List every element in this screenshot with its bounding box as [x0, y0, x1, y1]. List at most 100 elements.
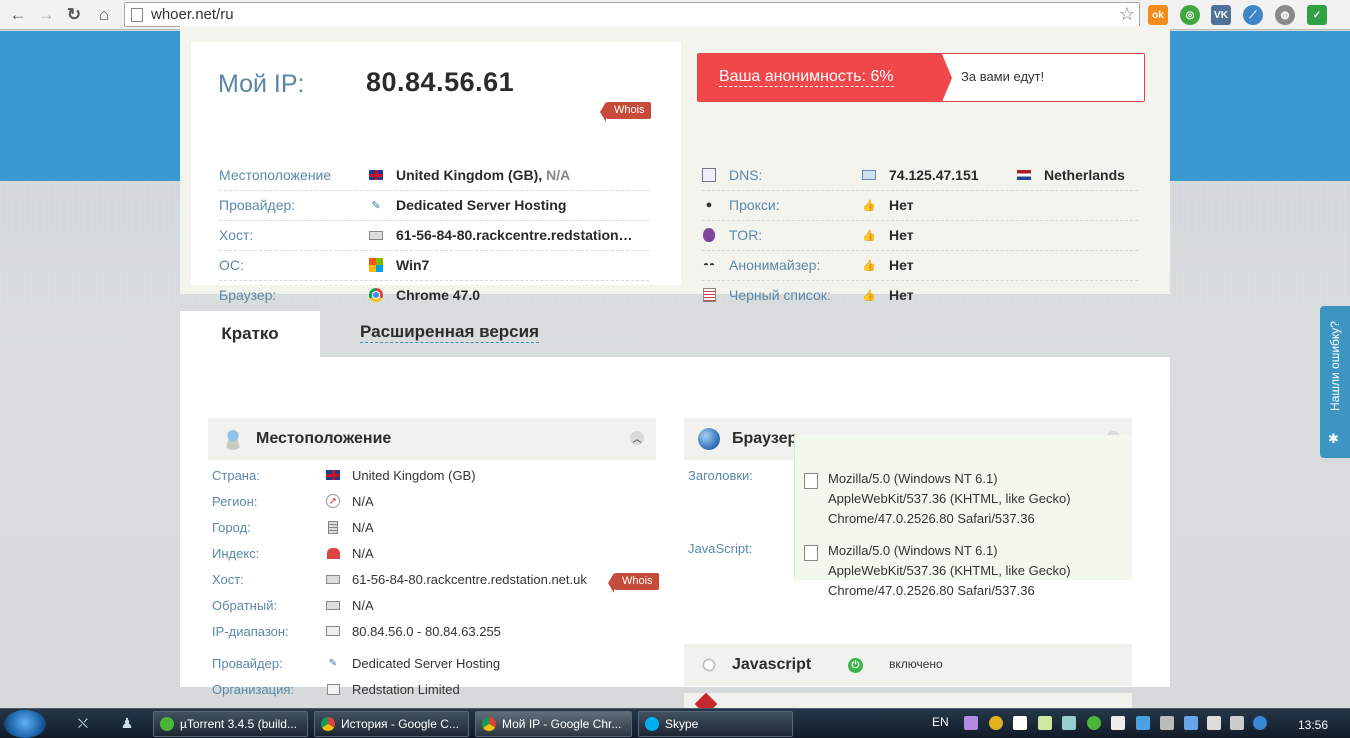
info-tray-icon[interactable] — [1253, 716, 1267, 730]
tray-skype-icon[interactable] — [1136, 716, 1150, 730]
location-section-header[interactable]: Местоположение ︿ — [208, 418, 656, 460]
flash-section-header[interactable] — [684, 693, 1132, 708]
tray-utorrent-icon[interactable] — [1087, 716, 1101, 730]
tray-note-icon[interactable] — [1038, 716, 1052, 730]
row-label: Анонимайзер: — [729, 257, 821, 273]
forward-arrow-icon[interactable]: → — [32, 1, 60, 29]
feedback-tab[interactable]: Нашли ошибку? ✱ — [1320, 306, 1350, 458]
chrome-icon — [369, 288, 383, 302]
reload-icon[interactable]: ↻ — [60, 1, 88, 29]
divider — [702, 190, 1138, 191]
clock[interactable]: 13:56 — [1298, 718, 1328, 732]
taskbar-item-label: Мой IP - Google Chr... — [502, 717, 622, 731]
volume-icon[interactable] — [1230, 716, 1244, 730]
taskbar-item-history[interactable]: История - Google C... — [314, 711, 469, 737]
network-tray-icon[interactable] — [1207, 716, 1221, 730]
row-value: United Kingdom (GB) — [352, 467, 476, 483]
row-value: N/A — [352, 493, 374, 509]
tab-short[interactable]: Кратко — [180, 311, 320, 357]
headers-value: Mozilla/5.0 (Windows NT 6.1) AppleWebKit… — [828, 469, 1128, 529]
building-icon — [326, 520, 340, 534]
vk-extension-icon[interactable]: VK — [1211, 5, 1231, 25]
location-row-region: Регион: ➚ N/A — [212, 491, 374, 511]
server-icon — [326, 598, 340, 612]
skype-icon — [645, 717, 659, 731]
taskbar-item-label: Skype — [665, 717, 699, 731]
anonymity-message: За вами едут! — [961, 69, 1045, 84]
taskbar-item-myip[interactable]: Мой IP - Google Chr... — [475, 711, 632, 737]
address-bar[interactable]: ☆ — [124, 2, 1140, 27]
power-on-icon: ⏻ — [848, 658, 863, 673]
taskbar-item-label: µTorrent 3.4.5 (build... — [180, 717, 297, 731]
location-row-country: Страна: United Kingdom (GB) — [212, 465, 476, 485]
ua-line: Chrome/47.0.2526.80 Safari/537.36 — [828, 583, 1035, 598]
javascript-section-header[interactable]: Javascript ⏻ включено — [684, 644, 1132, 686]
summary-row-dns: DNS: 74.125.47.151 Netherlands — [702, 160, 1125, 190]
javascript-label: JavaScript: — [688, 541, 753, 556]
taskbar-item-utorrent[interactable]: µTorrent 3.4.5 (build... — [153, 711, 308, 737]
url-input[interactable] — [151, 6, 1111, 23]
row-label: Провайдер: — [219, 197, 296, 213]
row-label: Организация: — [212, 681, 295, 697]
thumbs-up-icon: 👍 — [862, 289, 876, 302]
location-row-host: Хост: 61-56-84-80.rackcentre.redstation.… — [212, 569, 587, 589]
row-label: Хост: — [219, 227, 254, 243]
chrome-icon — [321, 717, 335, 731]
headers-label: Заголовки: — [688, 468, 753, 483]
thumbs-up-icon: 👍 — [862, 199, 876, 212]
compass-icon: ➚ — [326, 494, 340, 508]
location-row-city: Город: N/A — [212, 517, 374, 537]
tray-device-icon[interactable] — [1160, 716, 1174, 730]
row-value: N/A — [352, 545, 374, 561]
tray-windows-icon[interactable] — [1013, 716, 1027, 730]
taskbar-item-skype[interactable]: Skype — [638, 711, 793, 737]
server-icon — [369, 228, 383, 242]
tray-drive-icon[interactable] — [1062, 716, 1076, 730]
link-extension-icon[interactable]: ⟋ — [1243, 5, 1263, 25]
row-label: Обратный: — [212, 597, 278, 613]
bookmark-star-icon[interactable]: ☆ — [1119, 4, 1135, 25]
row-value: Нет — [889, 287, 914, 303]
row-value: Нет — [889, 227, 914, 243]
language-indicator[interactable]: EN — [932, 715, 949, 729]
row-label: Местоположение — [219, 167, 332, 183]
quick-launch-icon[interactable]: ♟ — [118, 714, 136, 732]
utorrent-icon — [160, 717, 174, 731]
browser-section-title: Браузер — [732, 430, 798, 447]
thumbs-up-icon: 👍 — [862, 259, 876, 272]
row-value: 74.125.47.151 — [889, 167, 979, 183]
tray-flag-icon[interactable] — [1111, 716, 1125, 730]
row-value: 61-56-84-80.rackcentre.redstation.net.uk — [352, 571, 587, 587]
javascript-value: Mozilla/5.0 (Windows NT 6.1) AppleWebKit… — [828, 541, 1128, 601]
ua-line: Mozilla/5.0 (Windows NT 6.1) — [828, 543, 998, 558]
green-refresh-extension-icon[interactable]: ◎ — [1180, 5, 1200, 25]
shield-extension-icon[interactable]: ✓ — [1307, 5, 1327, 25]
ip-range-icon — [326, 624, 340, 638]
start-button[interactable] — [4, 710, 46, 738]
summary-row-os: ОС: Win7 — [219, 250, 429, 280]
tray-pen-icon[interactable] — [964, 716, 978, 730]
document-icon — [804, 473, 818, 489]
page-icon — [131, 7, 143, 22]
bluetooth-icon[interactable] — [1184, 716, 1198, 730]
home-icon[interactable]: ⌂ — [90, 1, 118, 29]
row-label: DNS: — [729, 167, 763, 183]
globe-extension-icon[interactable]: ◍ — [1275, 5, 1295, 25]
mailbox-icon — [326, 546, 340, 560]
tray-chrome-icon[interactable] — [989, 716, 1003, 730]
odnoklassniki-extension-icon[interactable]: ok — [1148, 5, 1168, 25]
anonymity-banner[interactable]: Ваша анонимность: 6% За вами едут! — [697, 53, 1145, 102]
ip-address: 80.84.56.61 — [366, 67, 515, 97]
ua-line: Chrome/47.0.2526.80 Safari/537.36 — [828, 511, 1035, 526]
anonymity-score[interactable]: Ваша анонимность: 6% — [698, 54, 952, 101]
row-value: 61-56-84-80.rackcentre.redstation… — [396, 227, 633, 243]
tab-extended[interactable]: Расширенная версия — [360, 322, 540, 343]
whois-button[interactable]: Whois — [600, 102, 651, 122]
collapse-chevron-icon[interactable]: ︿ — [630, 431, 644, 445]
row-label: Индекс: — [212, 545, 260, 561]
divider — [702, 280, 1138, 281]
quick-launch-icon[interactable]: ⛌ — [74, 714, 92, 732]
location-row-organization: Организация: Redstation Limited — [212, 679, 460, 699]
whois-button[interactable]: Whois — [608, 573, 659, 593]
back-arrow-icon[interactable]: ← — [4, 1, 32, 29]
